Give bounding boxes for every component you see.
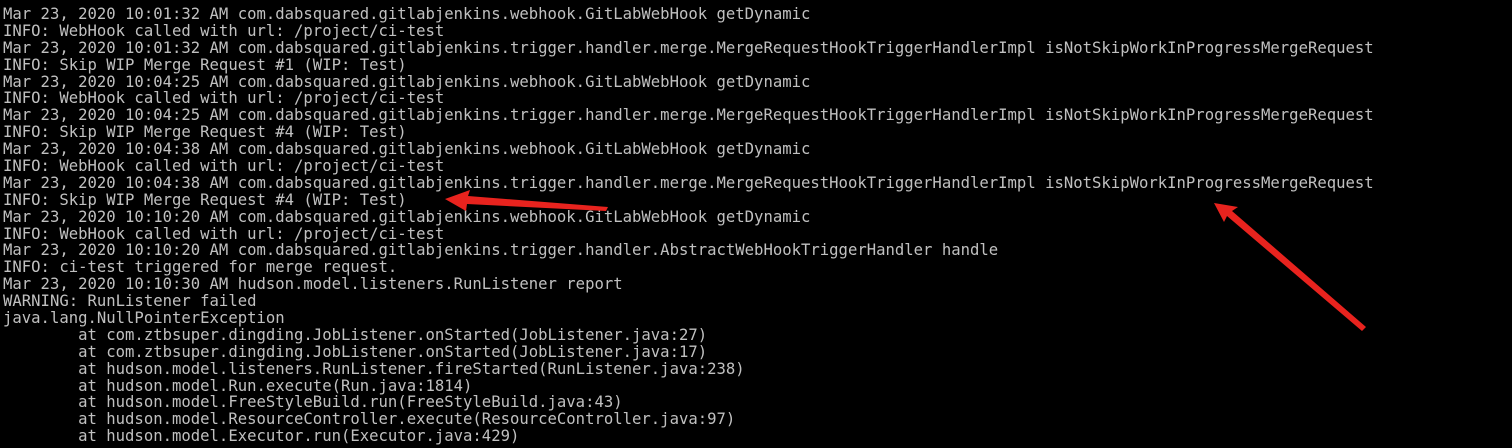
log-line: at com.ztbsuper.dingding.JobListener.onS… [3, 325, 708, 344]
log-line: INFO: Skip WIP Merge Request #1 (WIP: Te… [3, 55, 407, 74]
log-line: at hudson.model.listeners.RunListener.fi… [3, 359, 745, 378]
log-line: Mar 23, 2020 10:10:20 AM com.dabsquared.… [3, 241, 999, 260]
log-line: WARNING: RunListener failed [3, 292, 257, 311]
log-line: at hudson.model.Run.execute(Run.java:181… [3, 376, 473, 395]
log-line: INFO: WebHook called with url: /project/… [3, 89, 445, 108]
log-line: at hudson.model.Executor.run(Executor.ja… [3, 427, 520, 446]
log-output: Mar 23, 2020 10:01:32 AM com.dabsquared.… [3, 6, 1374, 445]
log-line: Mar 23, 2020 10:04:25 AM com.dabsquared.… [3, 72, 811, 91]
log-line: INFO: WebHook called with url: /project/… [3, 224, 445, 243]
log-line: java.lang.NullPointerException [3, 309, 285, 328]
terminal-window[interactable]: Mar 23, 2020 10:01:32 AM com.dabsquared.… [0, 0, 1512, 448]
log-line: Mar 23, 2020 10:10:20 AM com.dabsquared.… [3, 207, 811, 226]
log-line: Mar 23, 2020 10:10:30 AM hudson.model.li… [3, 275, 623, 294]
log-line: INFO: Skip WIP Merge Request #4 (WIP: Te… [3, 190, 407, 209]
log-line: Mar 23, 2020 10:01:32 AM com.dabsquared.… [3, 38, 1374, 57]
log-line: INFO: ci-test triggered for merge reques… [3, 258, 398, 277]
log-line: Mar 23, 2020 10:04:25 AM com.dabsquared.… [3, 106, 1374, 125]
log-line: Mar 23, 2020 10:04:38 AM com.dabsquared.… [3, 140, 811, 159]
log-line: at hudson.model.FreeStyleBuild.run(FreeS… [3, 393, 623, 412]
log-line: at com.ztbsuper.dingding.JobListener.onS… [3, 342, 708, 361]
log-line: at hudson.model.ResourceController.execu… [3, 410, 736, 429]
log-line: INFO: WebHook called with url: /project/… [3, 21, 445, 40]
log-line: INFO: WebHook called with url: /project/… [3, 157, 445, 176]
log-line: Mar 23, 2020 10:04:38 AM com.dabsquared.… [3, 173, 1374, 192]
log-line: Mar 23, 2020 10:01:32 AM com.dabsquared.… [3, 5, 811, 23]
log-line: INFO: Skip WIP Merge Request #4 (WIP: Te… [3, 123, 407, 142]
